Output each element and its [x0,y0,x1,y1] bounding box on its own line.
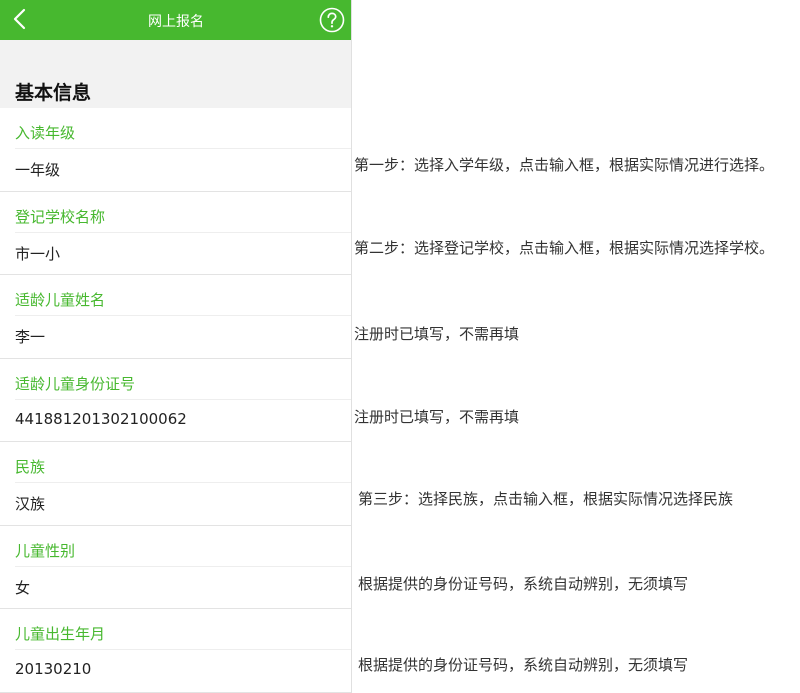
instruction-notes: 第一步：选择入学年级，点击输入框，根据实际情况进行选择。 第二步：选择登记学校，… [352,0,800,693]
field-school[interactable]: 登记学校名称 市一小 [0,192,351,275]
divider [15,482,351,483]
divider [15,398,351,400]
divider [15,649,351,650]
id-number-input[interactable]: 441881201302100062 [15,410,342,428]
ethnicity-select[interactable]: 汉族 [15,493,342,514]
field-label: 儿童出生年月 [15,625,106,643]
field-label: 登记学校名称 [15,207,106,226]
field-child-name[interactable]: 适龄儿童姓名 李一 [0,275,351,359]
field-id-number[interactable]: 适龄儿童身份证号 441881201302100062 [0,359,351,442]
divider [15,148,351,149]
field-label: 适龄儿童身份证号 [15,374,136,393]
page-title: 网上报名 [148,14,204,30]
field-label: 民族 [15,458,46,476]
field-label: 儿童性别 [15,541,76,560]
field-birth-date[interactable]: 儿童出生年月 20130210 [0,609,351,693]
divider [15,315,351,316]
question-circle-icon[interactable] [319,7,345,33]
divider [15,231,351,233]
field-gender[interactable]: 儿童性别 女 [0,526,351,609]
mobile-screen: 网上报名 基本信息 入读年级 一年级 登记学校名称 市一小 适龄儿童姓名 李一 … [0,0,352,693]
note-birth-date: 根据提供的身份证号码，系统自动辨别，无须填写 [358,656,689,674]
note-gender: 根据提供的身份证号码，系统自动辨别，无须填写 [358,575,689,593]
field-label: 入读年级 [15,124,76,142]
note-name: 注册时已填写，不需再填 [354,325,520,343]
note-step-2: 第二步：选择登记学校，点击输入框，根据实际情况选择学校。 [354,239,775,257]
field-label: 适龄儿童姓名 [15,291,106,309]
school-select[interactable]: 市一小 [15,243,342,264]
note-id: 注册时已填写，不需再填 [354,408,520,426]
field-grade[interactable]: 入读年级 一年级 [0,108,351,192]
grade-select[interactable]: 一年级 [15,159,342,180]
registration-form: 入读年级 一年级 登记学校名称 市一小 适龄儿童姓名 李一 适龄儿童身份证号 4… [0,108,351,693]
note-step-3: 第三步：选择民族，点击输入框，根据实际情况选择民族 [358,490,734,508]
navigation-bar: 网上报名 [0,0,351,40]
field-ethnicity[interactable]: 民族 汉族 [0,442,351,526]
gender-input[interactable]: 女 [15,577,342,598]
note-step-1: 第一步：选择入学年级，点击输入框，根据实际情况进行选择。 [354,156,775,174]
birth-date-input[interactable]: 20130210 [15,660,342,678]
child-name-input[interactable]: 李一 [15,326,342,347]
divider [15,565,351,567]
section-title: 基本信息 [15,82,92,104]
